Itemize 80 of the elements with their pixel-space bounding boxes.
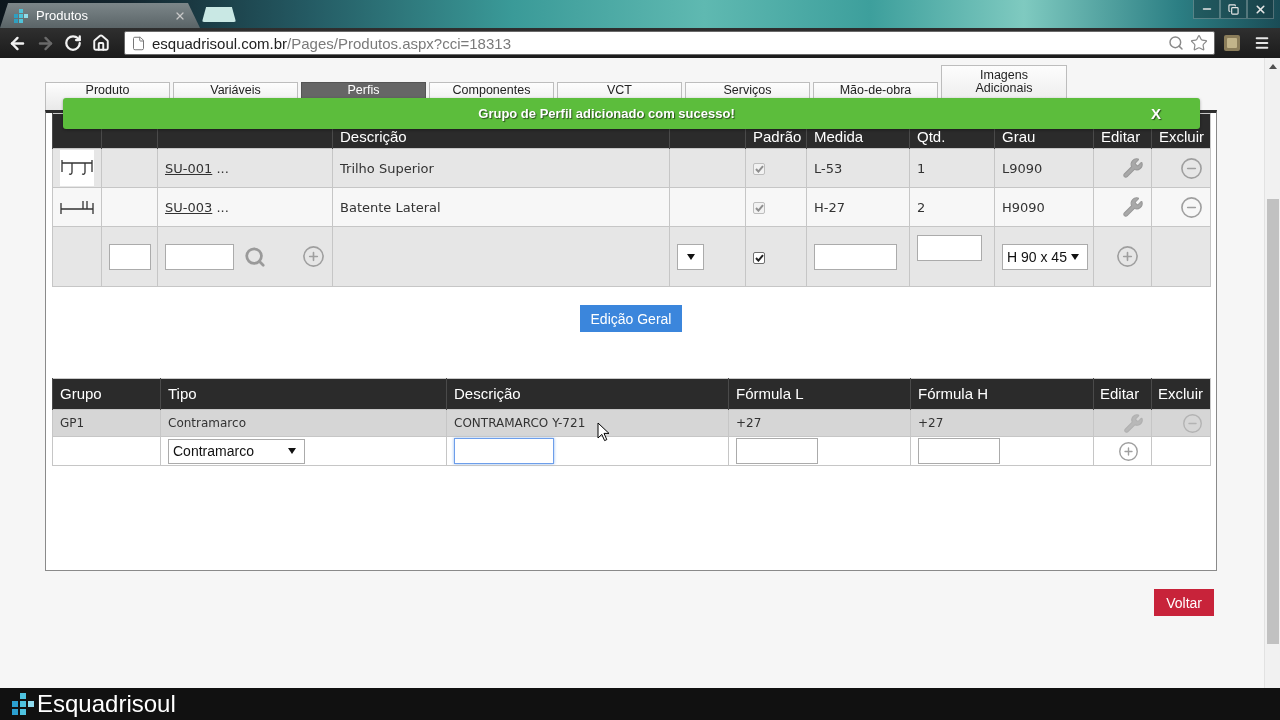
column-header: Descrição xyxy=(340,129,407,145)
column-header: Fórmula H xyxy=(918,386,988,402)
add-icon[interactable] xyxy=(1118,440,1139,462)
edit-all-button[interactable]: Edição Geral xyxy=(579,305,683,332)
logo-text: Esquadrisoul xyxy=(37,691,176,717)
bookmark-star-icon[interactable] xyxy=(1190,34,1208,52)
edit-wrench-icon[interactable] xyxy=(1122,157,1144,179)
add-icon[interactable] xyxy=(1116,245,1139,268)
profile-code-link[interactable]: SU-001 xyxy=(165,160,213,176)
grade-text: L9090 xyxy=(1002,160,1043,176)
search-icon[interactable] xyxy=(244,245,266,268)
scrollbar-thumb[interactable] xyxy=(1266,199,1279,644)
url-text: esquadrisoul.com.br/Pages/Produtos.aspx?cci=18313 xyxy=(152,34,512,52)
edit-wrench-icon[interactable] xyxy=(1122,196,1144,218)
address-bar[interactable]: esquadrisoul.com.br/Pages/Produtos.aspx?cci=18313 xyxy=(124,31,1215,55)
close-icon xyxy=(1254,2,1267,16)
description-input-field[interactable] xyxy=(454,438,554,464)
formula-input-field[interactable] xyxy=(918,438,1000,464)
quantity-text: 1 xyxy=(917,160,926,176)
scroll-up-arrow-icon[interactable] xyxy=(1268,64,1277,69)
back-button[interactable]: Voltar xyxy=(1154,589,1214,616)
description-text: Trilho Superior xyxy=(340,160,434,176)
column-header: Editar xyxy=(1101,129,1141,145)
edit-wrench-icon[interactable] xyxy=(1123,412,1144,434)
caret-icon xyxy=(288,448,296,454)
profile-code-link[interactable]: SU-003 xyxy=(165,199,213,215)
add-icon[interactable] xyxy=(302,245,325,268)
caret-icon xyxy=(686,253,695,260)
column-header: Qtd. xyxy=(917,129,946,145)
column-header: Fórmula L xyxy=(736,386,804,402)
column-header: Grupo xyxy=(60,386,102,402)
formula-text: +27 xyxy=(736,416,762,430)
menu-icon xyxy=(1254,35,1270,51)
input-field[interactable] xyxy=(109,243,151,270)
grade-text: H9090 xyxy=(1002,199,1045,215)
column-header: Descrição xyxy=(454,386,521,402)
remove-icon[interactable] xyxy=(1180,156,1203,180)
column-header: Excluir xyxy=(1158,386,1203,402)
close-window-button[interactable] xyxy=(1247,0,1274,19)
measure-text: L-53 xyxy=(814,160,843,176)
description-text: Batente Lateral xyxy=(340,199,441,215)
column-header: Editar xyxy=(1100,386,1140,402)
column-header: Padrão xyxy=(753,129,802,145)
restore-icon xyxy=(1228,3,1239,15)
search-icon[interactable] xyxy=(1168,35,1184,51)
site-favicon-icon xyxy=(14,8,28,23)
caret-icon xyxy=(1071,253,1079,260)
code-input-field[interactable] xyxy=(165,243,234,270)
measure-input-field[interactable] xyxy=(814,243,897,270)
quantity-input-field[interactable] xyxy=(917,235,982,261)
page-icon xyxy=(131,35,146,51)
reload-icon xyxy=(64,34,82,52)
remove-icon[interactable] xyxy=(1180,195,1203,219)
menu-button[interactable] xyxy=(1254,35,1270,51)
more-ellipsis: ... xyxy=(216,199,229,215)
measure-text: H-27 xyxy=(814,199,845,215)
grade-select[interactable]: H 90 x 45 xyxy=(1002,243,1088,270)
logo-icon xyxy=(12,693,34,715)
minimize-button[interactable] xyxy=(1193,0,1220,19)
restore-button[interactable] xyxy=(1220,0,1247,19)
group-text: GP1 xyxy=(60,416,85,430)
description-text: CONTRAMARCO Y-721 xyxy=(454,416,586,430)
more-ellipsis: ... xyxy=(216,160,229,176)
checkbox[interactable] xyxy=(753,251,765,264)
column-header: Excluir xyxy=(1159,129,1204,145)
type-select[interactable]: Contramarco xyxy=(168,438,305,464)
dropdown-select[interactable] xyxy=(677,243,704,270)
type-text: Contramarco xyxy=(168,416,246,430)
browser-tab[interactable]: Produtos xyxy=(0,3,200,28)
home-icon xyxy=(92,34,110,52)
quantity-text: 2 xyxy=(917,199,926,215)
formula-text: +27 xyxy=(918,416,944,430)
new-tab-button[interactable] xyxy=(202,7,236,22)
column-header: Tipo xyxy=(168,386,197,402)
extension-icon[interactable] xyxy=(1224,35,1240,51)
jamb-profile-icon xyxy=(60,200,94,214)
formula-input-field[interactable] xyxy=(736,438,818,464)
column-header: Medida xyxy=(814,129,864,145)
remove-icon[interactable] xyxy=(1182,412,1203,434)
column-header: Grau xyxy=(1002,129,1036,145)
